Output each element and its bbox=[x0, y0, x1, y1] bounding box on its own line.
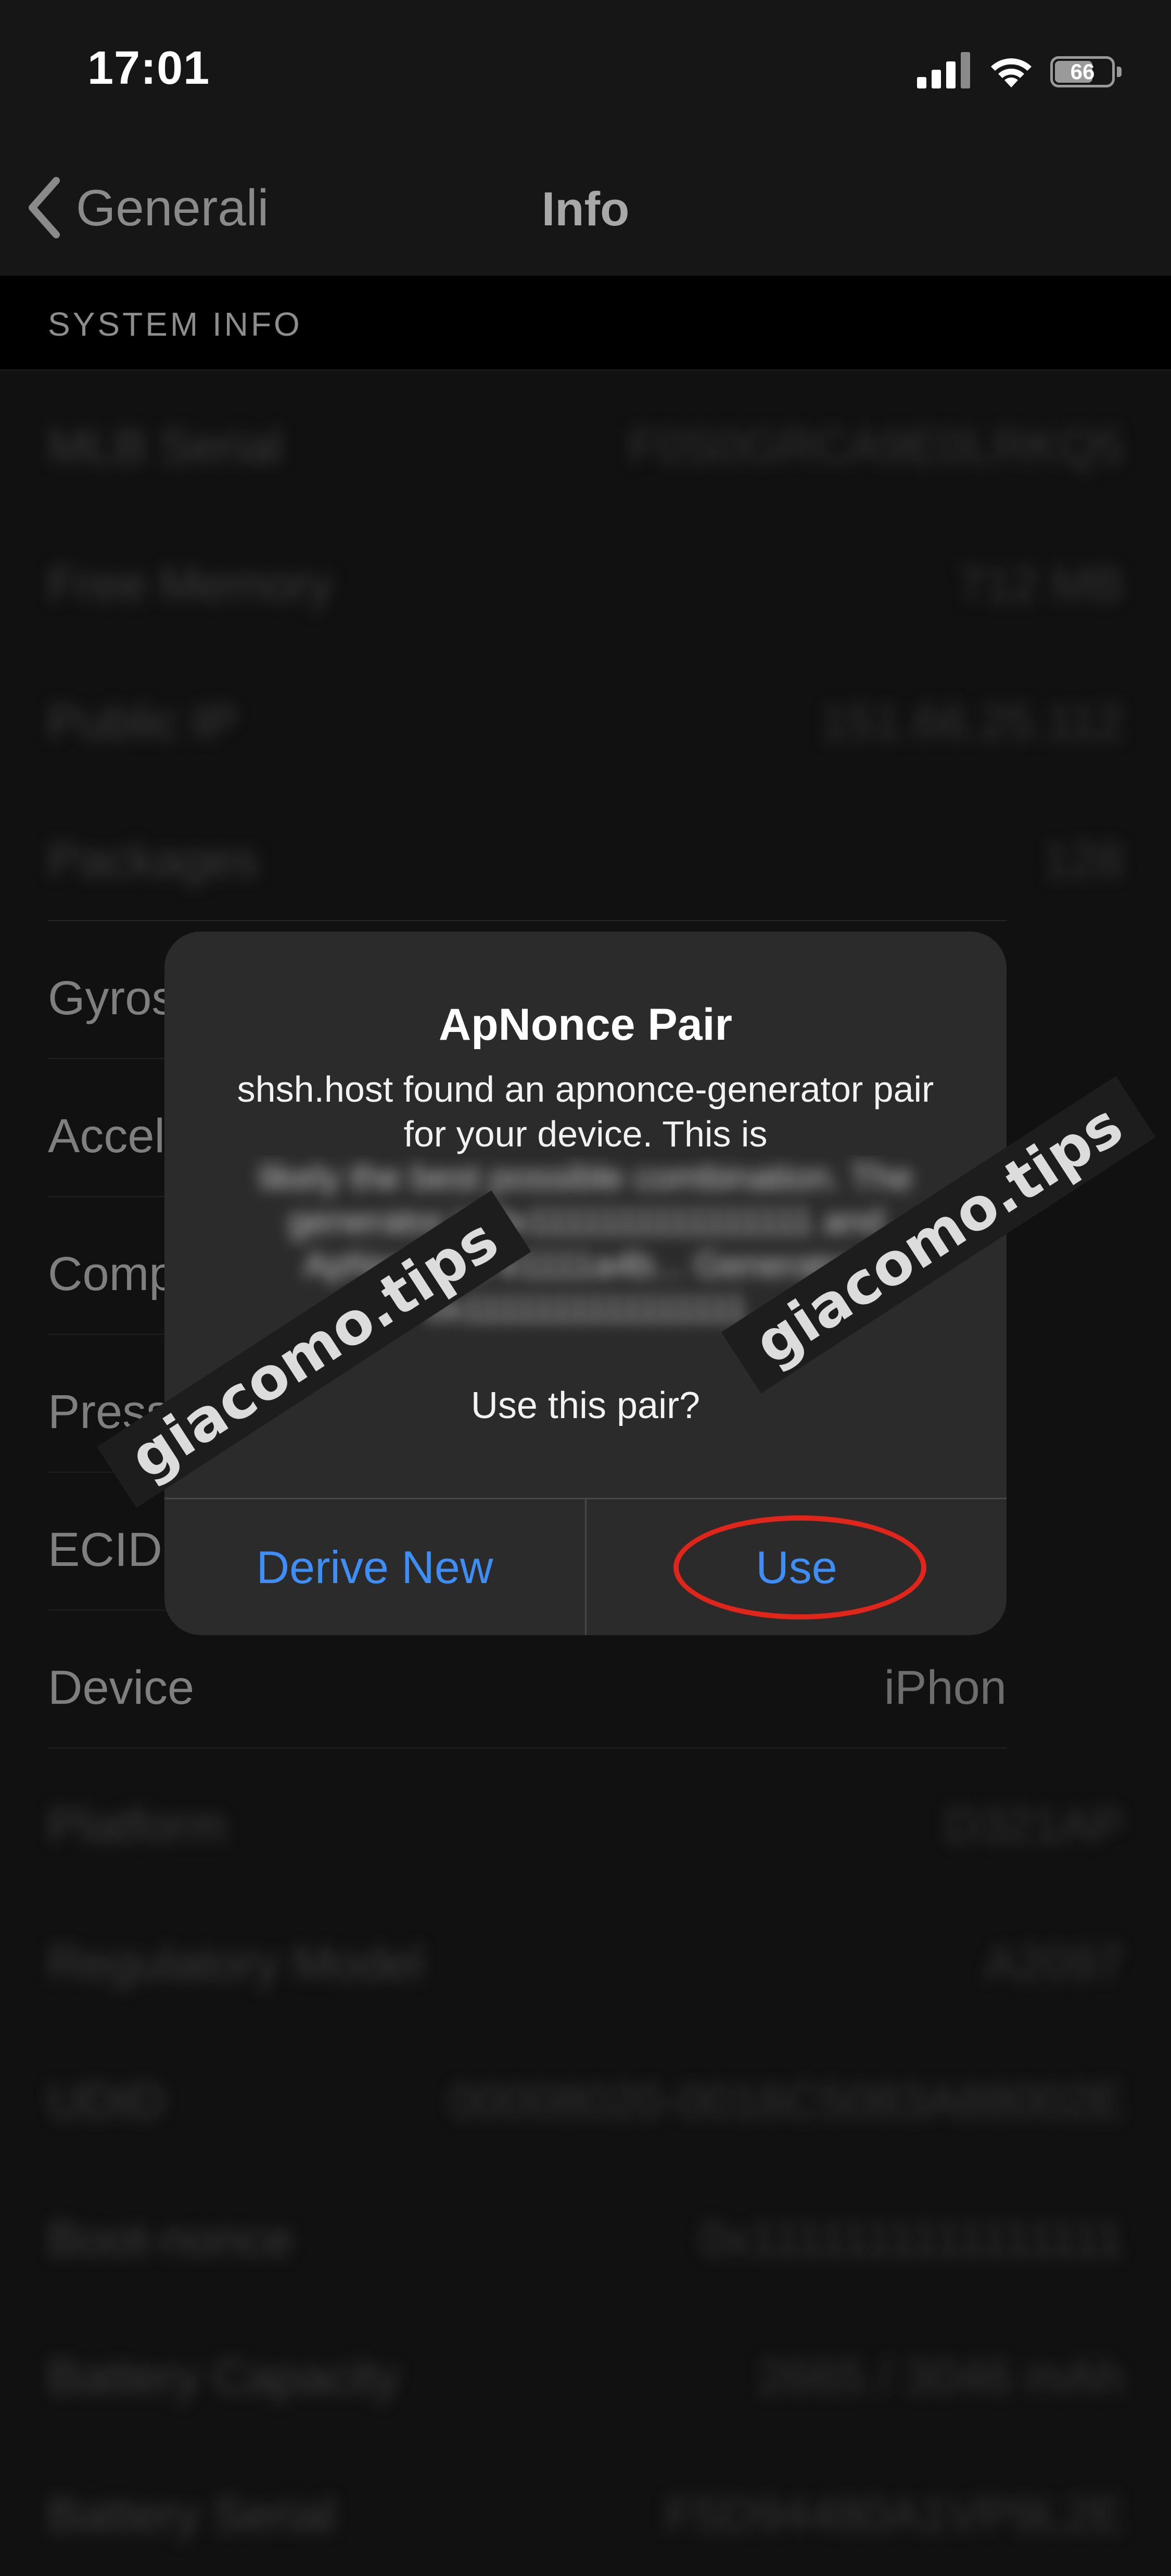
use-highlight-circle bbox=[673, 1515, 926, 1619]
row-value: 151.66.25.112 bbox=[820, 696, 1123, 749]
section-header: SYSTEM INFO bbox=[0, 276, 1171, 371]
row-value: iPhon bbox=[884, 1661, 1007, 1714]
row-label: ECID bbox=[48, 1523, 162, 1576]
row-label: Accel bbox=[48, 1110, 165, 1163]
row-value: 2665 / 3046 mAh bbox=[758, 2351, 1123, 2404]
list-row-udid[interactable]: UDID 00008020-0016C5083A88002E bbox=[0, 2024, 1171, 2162]
row-value: F5D94480A1VP9L2E bbox=[665, 2489, 1123, 2542]
list-row-regulatory-model[interactable]: Regulatory Model A2097 bbox=[0, 1886, 1171, 2024]
alert-message: shsh.host found an apnonce-generator pai… bbox=[237, 1069, 934, 1154]
row-value: 0x1111111111111111 bbox=[699, 2213, 1123, 2266]
battery-icon: 66 bbox=[1050, 56, 1123, 87]
list-row-platform[interactable]: Platform D321AP bbox=[0, 1749, 1171, 1886]
wifi-icon bbox=[991, 58, 1032, 87]
row-label: MLB Serial bbox=[48, 420, 282, 473]
page-title: Info bbox=[541, 183, 630, 236]
row-label: Battery Serial bbox=[48, 2489, 336, 2542]
list-row-boot-nonce[interactable]: Boot-nonce 0x1111111111111111 bbox=[0, 2162, 1171, 2300]
row-value: 712 MB bbox=[958, 558, 1123, 611]
list-row-battery-capacity[interactable]: Battery Capacity 2665 / 3046 mAh bbox=[0, 2300, 1171, 2438]
derive-new-button[interactable]: Derive New bbox=[164, 1499, 585, 1635]
row-label: Free Memory bbox=[48, 558, 333, 611]
row-value: 00008020-0016C5083A88002E bbox=[449, 2075, 1123, 2128]
navigation-bar: Generali Info bbox=[0, 141, 1171, 277]
row-label: Comp bbox=[48, 1247, 176, 1300]
row-label: Battery Capacity bbox=[48, 2351, 399, 2404]
section-header-label: SYSTEM INFO bbox=[48, 305, 302, 343]
row-label: Public IP bbox=[48, 696, 237, 749]
row-label: Platform bbox=[48, 1799, 226, 1852]
row-value: 128 bbox=[1043, 834, 1124, 887]
row-value: D321AP bbox=[945, 1799, 1123, 1852]
row-label: Packages bbox=[48, 834, 259, 887]
battery-level: 66 bbox=[1070, 59, 1095, 84]
row-label: Regulatory Model bbox=[48, 1937, 424, 1990]
row-label: Gyros bbox=[48, 972, 176, 1025]
row-value: A2097 bbox=[984, 1937, 1123, 1990]
row-label: Device bbox=[48, 1661, 195, 1714]
list-row-free-memory[interactable]: Free Memory 712 MB bbox=[0, 507, 1171, 645]
status-time: 17:01 bbox=[87, 42, 210, 94]
list-row-public-ip[interactable]: Public IP 151.66.25.112 bbox=[0, 645, 1171, 783]
list-row-mlb-serial[interactable]: MLB Serial F0S0GRCA9E0LRKQ5 bbox=[0, 369, 1171, 507]
row-label: UDID bbox=[48, 2075, 165, 2128]
row-value: F0S0GRCA9E0LRKQ5 bbox=[628, 420, 1123, 473]
list-row-battery-serial[interactable]: Battery Serial F5D94480A1VP9L2E bbox=[0, 2438, 1171, 2576]
row-label: Boot-nonce bbox=[48, 2213, 293, 2266]
cellular-signal-icon bbox=[917, 52, 970, 88]
list-row-packages[interactable]: Packages 128 bbox=[0, 783, 1171, 921]
status-bar: 17:01 66 bbox=[0, 0, 1171, 141]
alert-title: ApNonce Pair bbox=[439, 1000, 732, 1050]
